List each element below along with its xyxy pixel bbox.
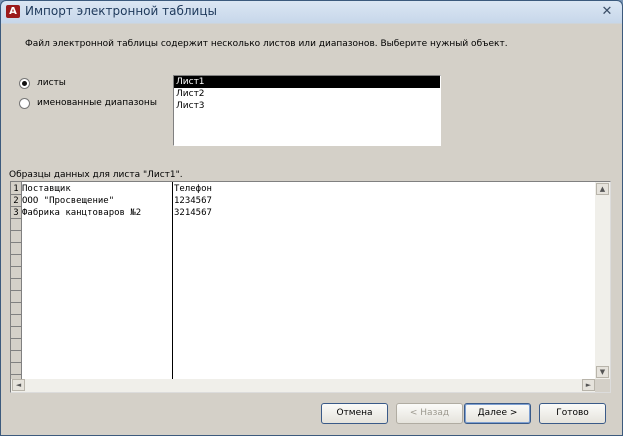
next-button[interactable]: Далее > bbox=[464, 403, 531, 424]
finish-button[interactable]: Готово bbox=[539, 403, 606, 424]
sheet-list-item[interactable]: Лист1 bbox=[174, 76, 440, 88]
sample-data-label: Образцы данных для листа "Лист1". bbox=[9, 170, 183, 180]
grid-cell: 3214567 bbox=[174, 208, 212, 218]
row-number: 2 bbox=[11, 195, 21, 207]
column-divider[interactable] bbox=[172, 182, 173, 379]
row-number bbox=[11, 243, 21, 255]
named-ranges-radio[interactable] bbox=[19, 97, 30, 109]
window-title: Импорт электронной таблицы bbox=[25, 4, 217, 18]
grid-cell: ООО "Просвещение" bbox=[22, 196, 115, 206]
grid-cell: 1234567 bbox=[174, 196, 212, 206]
sheet-list-item[interactable]: Лист3 bbox=[174, 100, 440, 112]
sheet-list-item[interactable]: Лист2 bbox=[174, 88, 440, 100]
dialog-body: Файл электронной таблицы содержит нескол… bbox=[5, 24, 618, 431]
grid-cell: Фабрика канцтоваров №2 bbox=[22, 208, 142, 218]
row-number bbox=[11, 279, 21, 291]
row-number bbox=[11, 303, 21, 315]
scroll-up-icon[interactable]: ▲ bbox=[596, 183, 609, 195]
row-number bbox=[11, 231, 21, 243]
intro-text: Файл электронной таблицы содержит нескол… bbox=[25, 39, 508, 49]
back-button[interactable]: < Назад bbox=[396, 403, 463, 424]
title-bar[interactable]: A Импорт электронной таблицы ✕ bbox=[1, 1, 622, 23]
grid-cell: Телефон bbox=[174, 184, 212, 194]
sheet-list[interactable]: Лист1 Лист2 Лист3 bbox=[173, 75, 441, 146]
close-button[interactable]: ✕ bbox=[598, 4, 616, 20]
scroll-right-icon[interactable]: ► bbox=[582, 379, 595, 391]
row-number bbox=[11, 291, 21, 303]
option-named-ranges[interactable]: именованные диапазоны bbox=[19, 96, 157, 110]
row-number bbox=[11, 219, 21, 231]
sheets-radio[interactable] bbox=[19, 77, 30, 89]
vertical-scrollbar[interactable]: ▲ ▼ bbox=[595, 182, 610, 379]
row-number-column: 123 bbox=[11, 182, 22, 379]
named-ranges-radio-label[interactable]: именованные диапазоны bbox=[37, 98, 157, 108]
row-number bbox=[11, 327, 21, 339]
row-number bbox=[11, 255, 21, 267]
scrollbar-corner bbox=[595, 379, 610, 392]
horizontal-scrollbar[interactable]: ◄ ► bbox=[11, 379, 596, 392]
row-number: 1 bbox=[11, 183, 21, 195]
row-number bbox=[11, 267, 21, 279]
scroll-down-icon[interactable]: ▼ bbox=[596, 366, 609, 378]
sample-data-grid: 123 Поставщик Телефон ООО "Просвещение" … bbox=[10, 181, 611, 393]
row-number bbox=[11, 363, 21, 375]
access-app-icon: A bbox=[6, 5, 20, 18]
row-number bbox=[11, 351, 21, 363]
option-sheets[interactable]: листы bbox=[19, 76, 66, 90]
row-number: 3 bbox=[11, 207, 21, 219]
row-number bbox=[11, 315, 21, 327]
import-spreadsheet-dialog: A Импорт электронной таблицы ✕ Файл элек… bbox=[0, 0, 623, 436]
cancel-button[interactable]: Отмена bbox=[321, 403, 388, 424]
grid-content: 123 Поставщик Телефон ООО "Просвещение" … bbox=[11, 182, 596, 379]
scroll-left-icon[interactable]: ◄ bbox=[12, 379, 25, 391]
sheets-radio-label[interactable]: листы bbox=[37, 78, 66, 88]
grid-cell: Поставщик bbox=[22, 184, 71, 194]
row-number bbox=[11, 339, 21, 351]
